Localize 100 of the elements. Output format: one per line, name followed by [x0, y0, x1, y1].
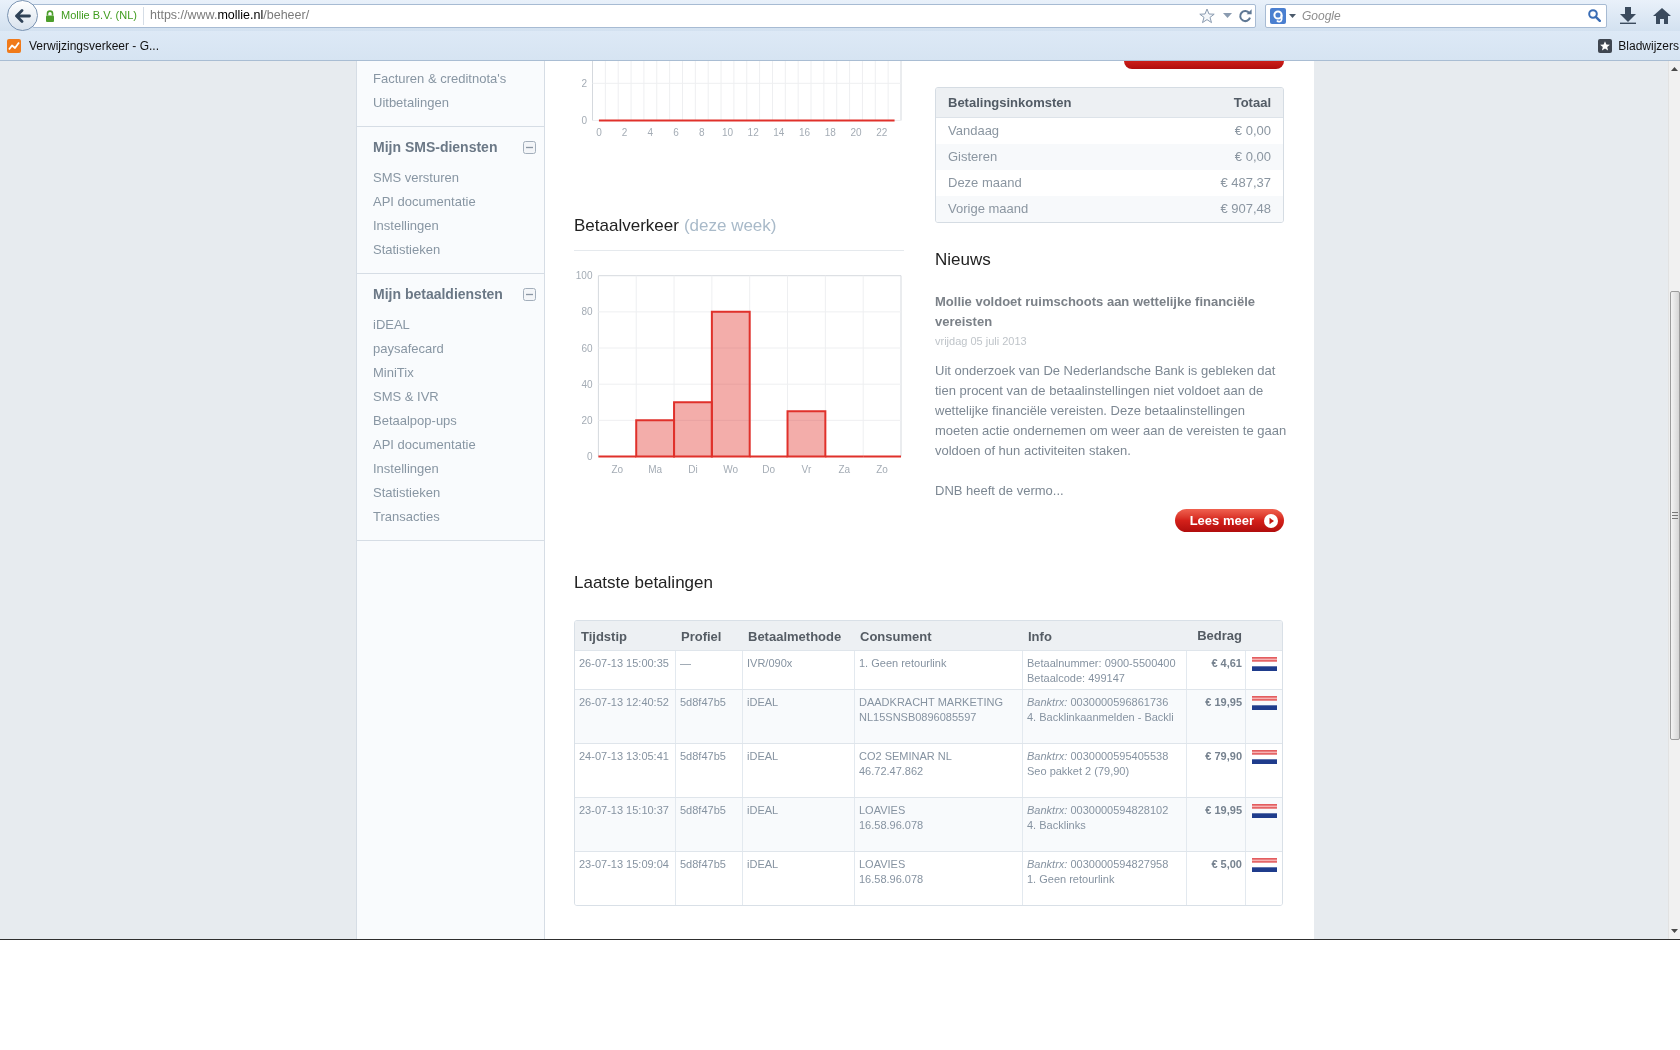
payment-method: IVR/090x [747, 656, 793, 671]
partial-button[interactable] [1124, 61, 1284, 69]
profile-id: 5d8f47b5 [680, 857, 726, 872]
column-header: Consument [860, 628, 932, 644]
sidebar-link[interactable]: SMS versturen [373, 166, 459, 190]
axis-label: Ma [648, 464, 663, 475]
column-header: Betaalmethode [748, 628, 842, 644]
payment-info: Betaalnummer: 0900-5500400 Betaalcode: 499147 [1027, 656, 1176, 686]
profile-id: — [680, 656, 691, 671]
axis-label: 0 [596, 127, 602, 138]
axis-label: Wo [723, 464, 739, 475]
bookmarks-menu-button[interactable]: Bladwijzers [1598, 36, 1680, 55]
sidebar-link[interactable]: API documentatie [373, 433, 476, 457]
flag-icon [1252, 657, 1277, 671]
total-amount: € 907,48 [1220, 200, 1271, 219]
read-more-button[interactable]: Lees meer [1174, 509, 1284, 532]
chart-icon [7, 38, 21, 53]
axis-label: 2 [581, 77, 587, 89]
payment-method: iDEAL [747, 803, 779, 818]
download-icon[interactable] [1620, 7, 1636, 24]
timestamp: 24-07-13 13:05:41 [579, 749, 669, 764]
amount: € 19,95 [1205, 695, 1242, 710]
scrollbar-thumb[interactable] [1669, 291, 1680, 740]
search-engine-icon[interactable] [1270, 7, 1286, 24]
payment-method: iDEAL [747, 695, 779, 710]
news-text: Uit onderzoek van De Nederlandsche Bank is gebleken dat tien procent van de betaalinstellingen niet voldoet aan de wettelijke financiële vereisten. Deze betaalinstellingen moeten actie ondernemen om weer aan de vereisten te gaan voldoen of hun activiteiten staken. [935, 362, 1287, 460]
reload-icon[interactable] [1238, 8, 1252, 23]
period-label: Deze maand [948, 174, 1022, 193]
search-icon[interactable] [1588, 9, 1601, 22]
axis-label: 10 [721, 127, 734, 138]
timestamp: 26-07-13 12:40:52 [579, 695, 669, 710]
collapse-icon[interactable] [523, 287, 536, 301]
axis-label: 22 [876, 127, 888, 138]
section-heading: Mijn betaaldiensten [373, 285, 503, 304]
sidebar-link[interactable]: paysafecard [373, 337, 444, 361]
lock-icon [45, 9, 55, 22]
sidebar-link[interactable]: Statistieken [373, 238, 441, 262]
sidebar-link[interactable]: Facturen & creditnota's [373, 67, 507, 91]
bookmark-link[interactable]: Verwijzingsverkeer - G... [7, 36, 160, 55]
collapse-icon[interactable] [523, 140, 536, 154]
dropdown-caret-icon[interactable] [1289, 13, 1296, 18]
section-title: Laatste betalingen [574, 572, 713, 594]
section-subtitle: (deze week) [683, 215, 777, 237]
axis-label: 100 [575, 270, 593, 282]
profile-id: 5d8f47b5 [680, 749, 726, 764]
back-button[interactable] [7, 0, 38, 31]
sidebar-link[interactable]: Transacties [373, 505, 440, 529]
sidebar-link[interactable]: SMS & IVR [373, 385, 439, 409]
flag-icon [1252, 696, 1277, 710]
consumer-details: CO2 SEMINAR NL 46.72.47.862 [859, 749, 952, 779]
column-header: Totaal [1233, 93, 1271, 112]
axis-label: 20 [850, 127, 862, 138]
sidebar-link[interactable]: Uitbetalingen [373, 91, 449, 115]
amount: € 79,90 [1205, 749, 1242, 764]
scroll-down-icon[interactable] [1671, 929, 1678, 933]
consumer-details: DAADKRACHT MARKETING NL15SNSB0896085597 [859, 695, 1004, 725]
sidebar-link[interactable]: Betaalpop-ups [373, 409, 457, 433]
search-field[interactable]: Google [1265, 3, 1607, 28]
flag-icon [1252, 750, 1277, 764]
search-input[interactable]: Google [1302, 6, 1588, 25]
home-icon[interactable] [1653, 7, 1671, 24]
sidebar-link[interactable]: MiniTix [373, 361, 414, 385]
period-label: Vorige maand [948, 200, 1029, 219]
sidebar-link[interactable]: Instellingen [373, 214, 439, 238]
amount: € 5,00 [1211, 857, 1242, 872]
period-label: Gisteren [948, 148, 998, 167]
column-header: Bedrag [1197, 626, 1242, 645]
total-amount: € 0,00 [1234, 122, 1271, 141]
section-title: Nieuws [935, 249, 991, 271]
sidebar-link[interactable]: Instellingen [373, 457, 439, 481]
period-label: Vandaag [948, 122, 1000, 141]
site-identity-button[interactable]: Mollie B.V. (NL) [45, 6, 144, 25]
payment-method: iDEAL [747, 857, 779, 872]
axis-label: Di [688, 464, 698, 475]
consumer-details: 1. Geen retourlink [859, 656, 947, 671]
address-field[interactable]: Mollie B.V. (NL) https://www.mollie.nl/beheer/ [32, 3, 1256, 28]
axis-label: 2 [621, 127, 628, 138]
news-text: DNB heeft de vermo... [935, 482, 1064, 500]
axis-label: Do [762, 464, 775, 475]
scroll-up-icon[interactable] [1671, 67, 1678, 71]
timestamp: 23-07-13 15:09:04 [579, 857, 669, 872]
axis-label: 12 [747, 127, 759, 138]
sidebar-link[interactable]: Statistieken [373, 481, 441, 505]
sidebar-link[interactable]: API documentatie [373, 190, 476, 214]
profile-id: 5d8f47b5 [680, 803, 726, 818]
star-icon[interactable] [1199, 7, 1215, 24]
profile-id: 5d8f47b5 [680, 695, 726, 710]
flag-icon [1252, 804, 1277, 818]
column-header: Info [1028, 628, 1052, 644]
section-heading: Mijn SMS-diensten [373, 138, 498, 157]
axis-label: Zo [876, 464, 888, 475]
sidebar-link[interactable]: iDEAL [373, 313, 410, 337]
column-header: Tijdstip [581, 628, 627, 644]
total-amount: € 487,37 [1220, 174, 1271, 193]
payment-info: Banktrx: 0030000595405538 Seo pakket 2 (79,90) [1027, 749, 1169, 779]
axis-label: 18 [824, 127, 836, 138]
axis-label: 80 [581, 306, 593, 318]
scrollbar[interactable] [1668, 61, 1680, 939]
payment-info: Banktrx: 0030000594827958 1. Geen retourlink [1027, 857, 1169, 887]
axis-label: Vr [801, 464, 812, 475]
